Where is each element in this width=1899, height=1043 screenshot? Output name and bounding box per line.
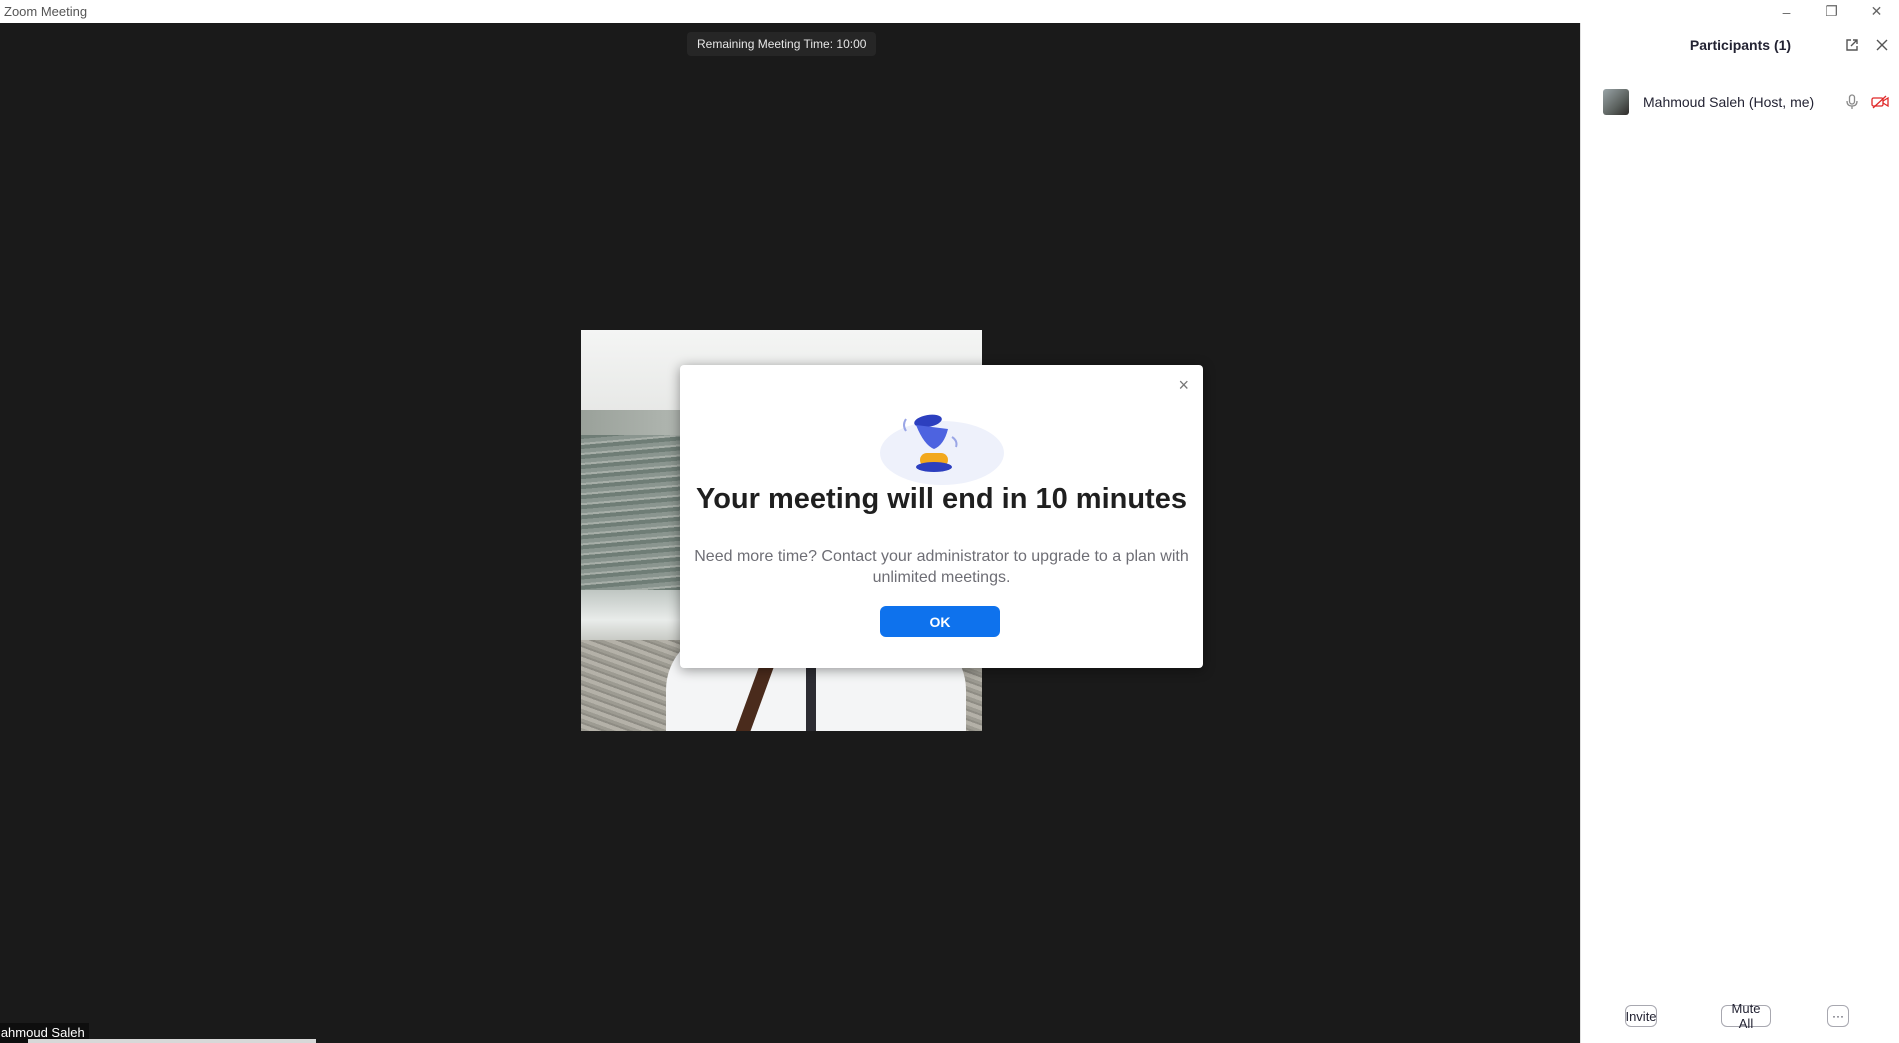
invite-button[interactable]: Invite xyxy=(1625,1005,1657,1027)
avatar xyxy=(1603,89,1629,115)
mute-all-button[interactable]: Mute All xyxy=(1721,1001,1771,1031)
participant-row[interactable]: Mahmoud Saleh (Host, me) xyxy=(1581,89,1899,115)
participant-name: Mahmoud Saleh (Host, me) xyxy=(1643,94,1815,110)
close-panel-icon[interactable] xyxy=(1872,35,1892,55)
participants-title: Participants (1) xyxy=(1689,37,1792,53)
bottom-strip xyxy=(28,1039,316,1043)
window-controls: – ❐ ✕ xyxy=(1764,0,1899,23)
window-title-bar: Zoom Meeting – ❐ ✕ xyxy=(0,0,1899,23)
window-title: Zoom Meeting xyxy=(4,4,88,19)
video-off-icon[interactable] xyxy=(1870,92,1890,112)
restore-button[interactable]: ❐ xyxy=(1809,0,1854,23)
participants-header-actions xyxy=(1842,35,1892,55)
self-name-text: Mahmoud Saleh xyxy=(0,1025,85,1040)
more-options-button[interactable]: ··· xyxy=(1827,1005,1849,1027)
pop-out-icon[interactable] xyxy=(1842,35,1862,55)
ok-button[interactable]: OK xyxy=(880,606,1000,637)
minimize-button[interactable]: – xyxy=(1764,0,1809,23)
dialog-close-icon[interactable]: × xyxy=(1178,375,1189,396)
dialog-message: Need more time? Contact your administrat… xyxy=(694,548,1189,586)
participant-status-icons xyxy=(1842,92,1890,112)
dialog-heading: Your meeting will end in 10 minutes xyxy=(696,483,1187,515)
remaining-time-banner: Remaining Meeting Time: 10:00 xyxy=(687,32,877,56)
mic-icon[interactable] xyxy=(1842,92,1862,112)
participants-footer: Invite Mute All ··· xyxy=(1581,993,1899,1043)
hourglass-illustration-icon xyxy=(880,414,1004,485)
participants-panel: Participants (1) Mahmoud Saleh (Host, me… xyxy=(1580,23,1899,1043)
meeting-end-dialog: × Your meeting will end in 10 minutes Ne… xyxy=(680,365,1203,668)
close-window-button[interactable]: ✕ xyxy=(1854,0,1899,23)
